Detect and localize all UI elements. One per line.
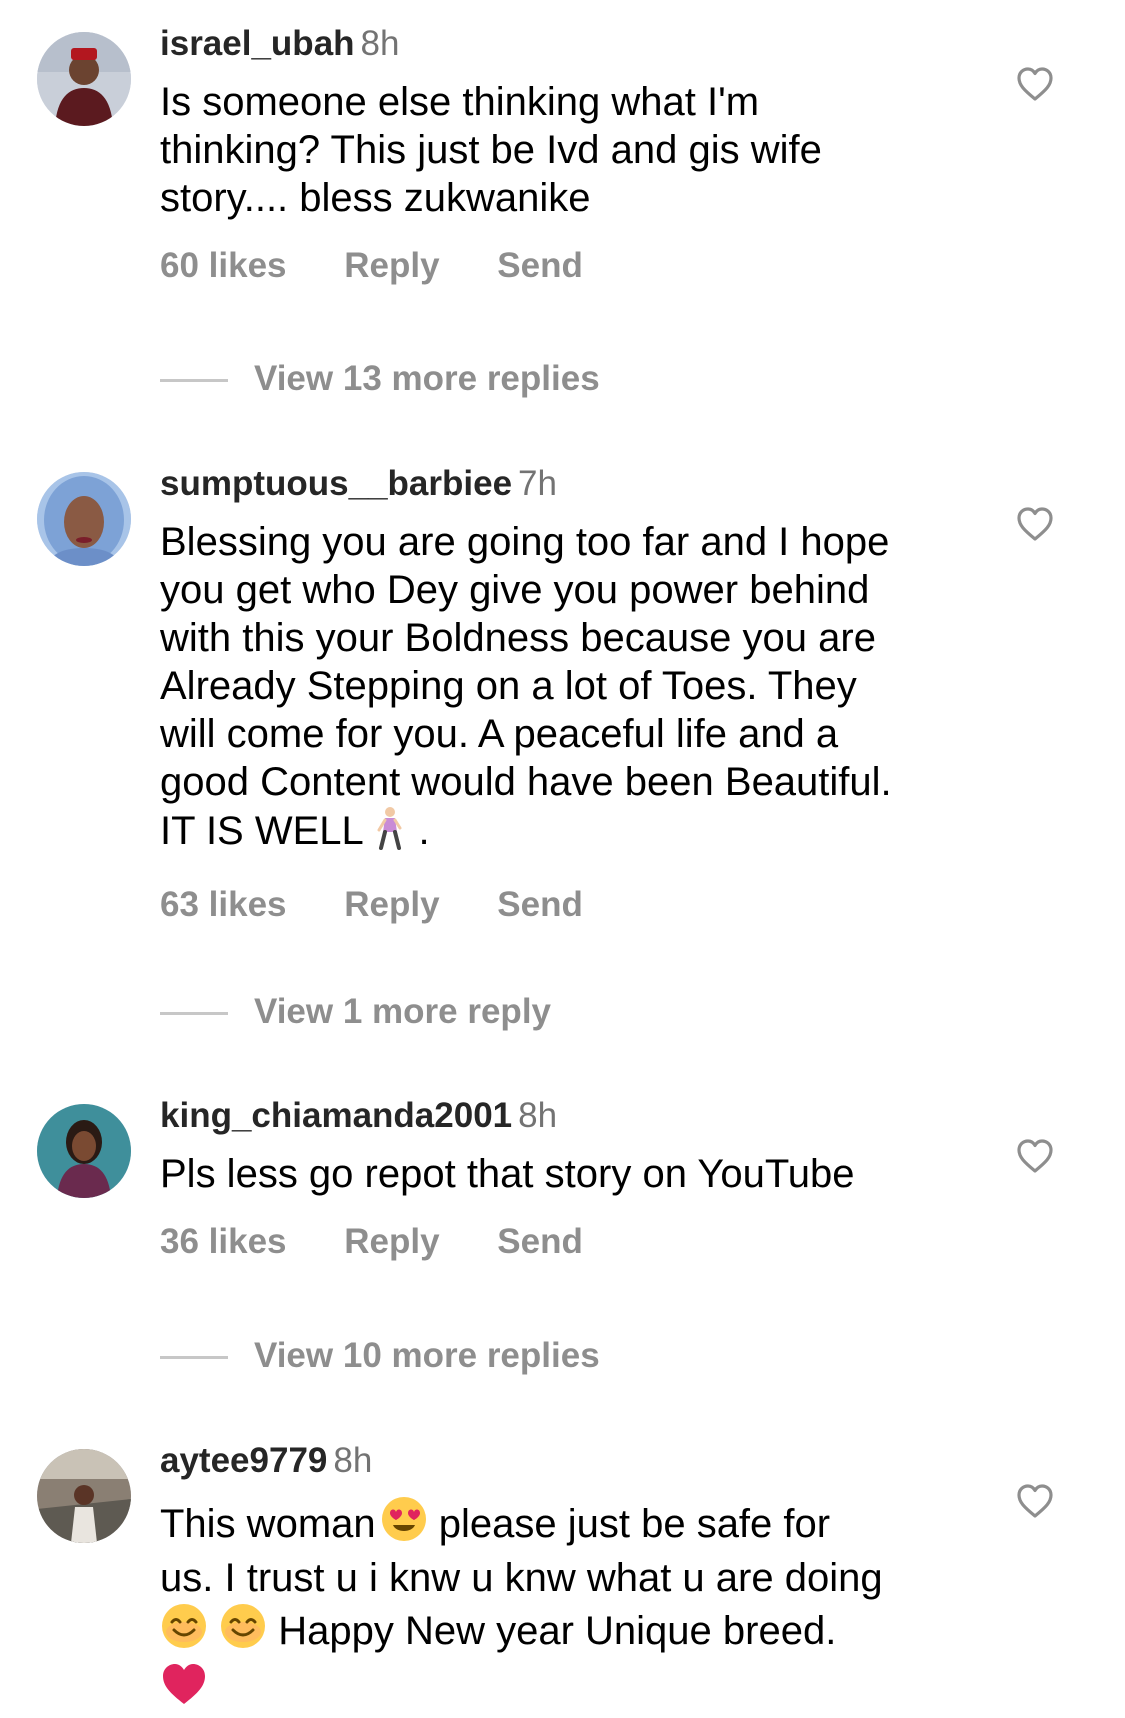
- comment-line: Blessing you are going too far and I hop…: [160, 520, 890, 564]
- heart-outline-icon[interactable]: [1016, 66, 1054, 102]
- comment-line: IT IS WELL .: [160, 806, 1000, 861]
- red-heart-emoji: [160, 1661, 208, 1718]
- avatar[interactable]: [37, 1104, 131, 1198]
- comment-body: sumptuous__barbiee 7h Blessing you are go…: [160, 462, 1000, 927]
- avatar[interactable]: [37, 1449, 131, 1543]
- send-button[interactable]: Send: [497, 883, 583, 927]
- comment-line: Pls less go repot that story on YouTube: [160, 1152, 855, 1196]
- smiling-emoji: [160, 1602, 208, 1661]
- comment-line-text: Happy New year Unique breed.: [267, 1609, 837, 1653]
- timestamp: 8h: [360, 24, 400, 63]
- woman-walking-emoji: [373, 806, 407, 861]
- divider: [160, 1356, 228, 1360]
- comment-actions: 63 likes Reply Send: [160, 883, 1000, 927]
- timestamp: 7h: [518, 464, 557, 503]
- comment-header: king_chiamanda2001 8h: [160, 1094, 1000, 1138]
- comment-actions: 36 likes Reply Send: [160, 1220, 1000, 1264]
- view-replies-label[interactable]: View 1 more reply: [254, 992, 551, 1031]
- comment-line: with this your Boldness because you are: [160, 616, 876, 660]
- reply-button[interactable]: Reply: [344, 1220, 439, 1264]
- comment-line: us. I trust u i knw u knw what u are doi…: [160, 1556, 883, 1600]
- heart-outline-icon[interactable]: [1016, 506, 1054, 542]
- view-replies-label[interactable]: View 13 more replies: [254, 359, 600, 398]
- username[interactable]: sumptuous__barbiee: [160, 464, 512, 503]
- comment-line-suffix: .: [407, 809, 430, 853]
- username[interactable]: aytee9779: [160, 1441, 327, 1480]
- view-replies-link[interactable]: View 1 more reply: [160, 990, 551, 1034]
- comment-body: king_chiamanda2001 8h Pls less go repot t…: [160, 1094, 1000, 1264]
- comment-line: [160, 1661, 1000, 1718]
- comment-body: israel_ubah 8h Is someone else thinking w…: [160, 22, 1000, 288]
- likes-count[interactable]: 36 likes: [160, 1220, 287, 1264]
- heart-outline-icon[interactable]: [1016, 1138, 1054, 1174]
- view-replies-link[interactable]: View 13 more replies: [160, 357, 600, 401]
- comment-line: thinking? This just be Ivd and gis wife: [160, 128, 822, 172]
- comment-header: aytee9779 8h: [160, 1439, 1000, 1483]
- comment-line: story.... bless zukwanike: [160, 176, 591, 220]
- heart-outline-icon[interactable]: [1016, 1483, 1054, 1519]
- reply-button[interactable]: Reply: [344, 244, 439, 288]
- comment-line: Happy New year Unique breed.: [160, 1602, 1000, 1661]
- comment-line: you get who Dey give you power behind: [160, 568, 870, 612]
- comment-text: Pls less go repot that story on YouTube: [160, 1150, 1000, 1198]
- reply-button[interactable]: Reply: [344, 883, 439, 927]
- comment-line: Already Stepping on a lot of Toes. They: [160, 664, 857, 708]
- avatar[interactable]: [37, 472, 131, 566]
- comment-line-text: please just be safe for: [427, 1502, 831, 1546]
- comment-line-text: This woman: [160, 1502, 376, 1546]
- comment-line-text: IT IS WELL: [160, 809, 363, 853]
- send-button[interactable]: Send: [497, 244, 583, 288]
- timestamp: 8h: [333, 1441, 373, 1480]
- username[interactable]: king_chiamanda2001: [160, 1096, 512, 1135]
- avatar[interactable]: [37, 32, 131, 126]
- heart-eyes-emoji: [380, 1495, 428, 1554]
- comment-line: will come for you. A peaceful life and a: [160, 712, 839, 756]
- comment-line: good Content would have been Beautiful.: [160, 760, 892, 804]
- comment-text: Is someone else thinking what I'm thinki…: [160, 78, 1000, 222]
- comment-header: israel_ubah 8h: [160, 22, 1000, 66]
- smiling-emoji: [219, 1602, 267, 1661]
- likes-count[interactable]: 63 likes: [160, 883, 287, 927]
- divider: [160, 379, 228, 383]
- comment-body: aytee9779 8h This woman please just be sa…: [160, 1439, 1000, 1718]
- comment-text: Blessing you are going too far and I hop…: [160, 518, 1000, 861]
- comment-actions: 60 likes Reply Send: [160, 244, 1000, 288]
- comment-header: sumptuous__barbiee 7h: [160, 462, 1000, 506]
- comment-text: This woman please just be safe for us. I…: [160, 1495, 1000, 1718]
- avatar-woman-teal-bg: [37, 1104, 131, 1198]
- username[interactable]: israel_ubah: [160, 24, 355, 63]
- view-replies-link[interactable]: View 10 more replies: [160, 1334, 600, 1378]
- avatar-man-red-cap: [37, 32, 131, 126]
- view-replies-label[interactable]: View 10 more replies: [254, 1336, 600, 1375]
- timestamp: 8h: [518, 1096, 558, 1135]
- avatar-woman-outdoor: [37, 1449, 131, 1543]
- comment-line: This woman please just be safe for: [160, 1495, 1000, 1554]
- avatar-woman-blue-hair: [37, 472, 131, 566]
- likes-count[interactable]: 60 likes: [160, 244, 287, 288]
- divider: [160, 1012, 228, 1016]
- comment-line: Is someone else thinking what I'm: [160, 80, 760, 124]
- send-button[interactable]: Send: [497, 1220, 583, 1264]
